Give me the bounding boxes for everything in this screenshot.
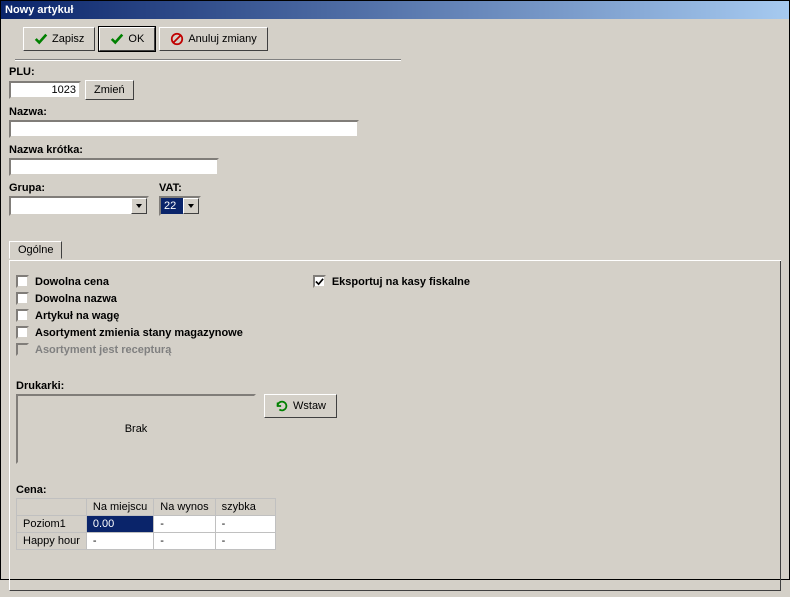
price-cell[interactable]: -: [154, 533, 215, 550]
checkmark-icon: [315, 277, 324, 286]
price-row-label: Happy hour: [17, 533, 87, 550]
chk-is-recipe-label: Asortyment jest recepturą: [35, 344, 171, 356]
printers-insert-button[interactable]: Wstaw: [264, 394, 337, 418]
ok-button-label: OK: [128, 33, 144, 45]
titlebar: Nowy artykuł: [1, 1, 789, 19]
chk-any-name-row: Dowolna nazwa: [16, 292, 243, 305]
price-cell[interactable]: -: [154, 516, 215, 533]
content-area: Zapisz OK Anuluj zmiany PLU: Zmień Nazwa…: [1, 19, 789, 597]
printers-label: Drukarki:: [16, 380, 774, 392]
chk-export-fiscal-label: Eksportuj na kasy fiskalne: [332, 276, 470, 288]
short-name-input[interactable]: [9, 158, 219, 176]
chk-by-weight-label: Artykuł na wagę: [35, 310, 119, 322]
vat-select[interactable]: 22: [159, 196, 201, 216]
chevron-down-icon: [135, 202, 143, 210]
printers-none: Brak: [125, 423, 148, 435]
tab-strip: Ogólne: [9, 241, 781, 261]
chk-any-price[interactable]: [16, 275, 29, 288]
name-input[interactable]: [9, 120, 359, 138]
plu-label: PLU:: [9, 66, 781, 78]
refresh-icon: [275, 399, 289, 413]
price-header-takeaway: Na wynos: [154, 499, 215, 516]
chk-stock-change-row: Asortyment zmienia stany magazynowe: [16, 326, 243, 339]
group-value: [11, 198, 131, 214]
chk-export-fiscal-row: Eksportuj na kasy fiskalne: [313, 275, 470, 288]
plu-change-button[interactable]: Zmień: [85, 80, 134, 100]
group-field: Grupa:: [9, 182, 149, 217]
price-cell[interactable]: -: [86, 533, 153, 550]
chk-any-price-row: Dowolna cena: [16, 275, 243, 288]
price-section: Cena: Na miejscu Na wynos szybka Poziom1…: [16, 484, 774, 550]
chk-by-weight[interactable]: [16, 309, 29, 322]
chk-is-recipe: [16, 343, 29, 356]
vat-value: 22: [161, 198, 183, 214]
ok-button[interactable]: OK: [99, 27, 155, 51]
vat-dropdown-button[interactable]: [183, 198, 199, 214]
vat-label: VAT:: [159, 182, 201, 194]
price-cell[interactable]: -: [215, 516, 275, 533]
table-row: Happy hour - - -: [17, 533, 276, 550]
check-green-icon: [110, 32, 124, 46]
chk-any-name-label: Dowolna nazwa: [35, 293, 117, 305]
price-table[interactable]: Na miejscu Na wynos szybka Poziom1 0.00 …: [16, 498, 276, 550]
chk-stock-change[interactable]: [16, 326, 29, 339]
cancel-button[interactable]: Anuluj zmiany: [159, 27, 267, 51]
chk-any-name[interactable]: [16, 292, 29, 305]
price-header-row: Na miejscu Na wynos szybka: [17, 499, 276, 516]
tab-general[interactable]: Ogólne: [9, 241, 62, 259]
short-name-row: Nazwa krótka:: [9, 144, 781, 176]
chk-export-fiscal[interactable]: [313, 275, 326, 288]
save-button[interactable]: Zapisz: [23, 27, 95, 51]
price-cell[interactable]: 0.00: [86, 516, 153, 533]
tab-general-label: Ogólne: [18, 244, 53, 256]
chk-is-recipe-row: Asortyment jest recepturą: [16, 343, 243, 356]
price-row-label: Poziom1: [17, 516, 87, 533]
toolbar: Zapisz OK Anuluj zmiany: [15, 25, 401, 60]
tab-page-general: Dowolna cena Dowolna nazwa Artykuł na wa…: [9, 261, 781, 591]
save-button-label: Zapisz: [52, 33, 84, 45]
chk-by-weight-row: Artykuł na wagę: [16, 309, 243, 322]
printers-insert-label: Wstaw: [293, 400, 326, 412]
window-title: Nowy artykuł: [5, 4, 73, 16]
chevron-down-icon: [187, 202, 195, 210]
short-name-label: Nazwa krótka:: [9, 144, 781, 156]
printers-section: Drukarki: Brak Wstaw: [16, 380, 774, 464]
cancel-button-label: Anuluj zmiany: [188, 33, 256, 45]
table-row: Poziom1 0.00 - -: [17, 516, 276, 533]
plu-row: PLU: Zmień: [9, 66, 781, 100]
printers-list[interactable]: Brak: [16, 394, 256, 464]
name-label: Nazwa:: [9, 106, 781, 118]
window: Nowy artykuł Zapisz OK Anuluj zmiany PLU…: [0, 0, 790, 580]
vat-field: VAT: 22: [159, 182, 201, 216]
group-select[interactable]: [9, 196, 149, 216]
group-vat-row: Grupa: VAT: 22: [9, 182, 781, 217]
name-row: Nazwa:: [9, 106, 781, 138]
price-header-empty: [17, 499, 87, 516]
check-green-icon: [34, 32, 48, 46]
plu-input[interactable]: [9, 81, 81, 99]
cancel-icon: [170, 32, 184, 46]
chk-stock-change-label: Asortyment zmienia stany magazynowe: [35, 327, 243, 339]
price-header-onsite: Na miejscu: [86, 499, 153, 516]
group-dropdown-button[interactable]: [131, 198, 147, 214]
price-label: Cena:: [16, 484, 774, 496]
price-header-quick: szybka: [215, 499, 275, 516]
price-cell[interactable]: -: [215, 533, 275, 550]
group-label: Grupa:: [9, 182, 149, 194]
chk-any-price-label: Dowolna cena: [35, 276, 109, 288]
